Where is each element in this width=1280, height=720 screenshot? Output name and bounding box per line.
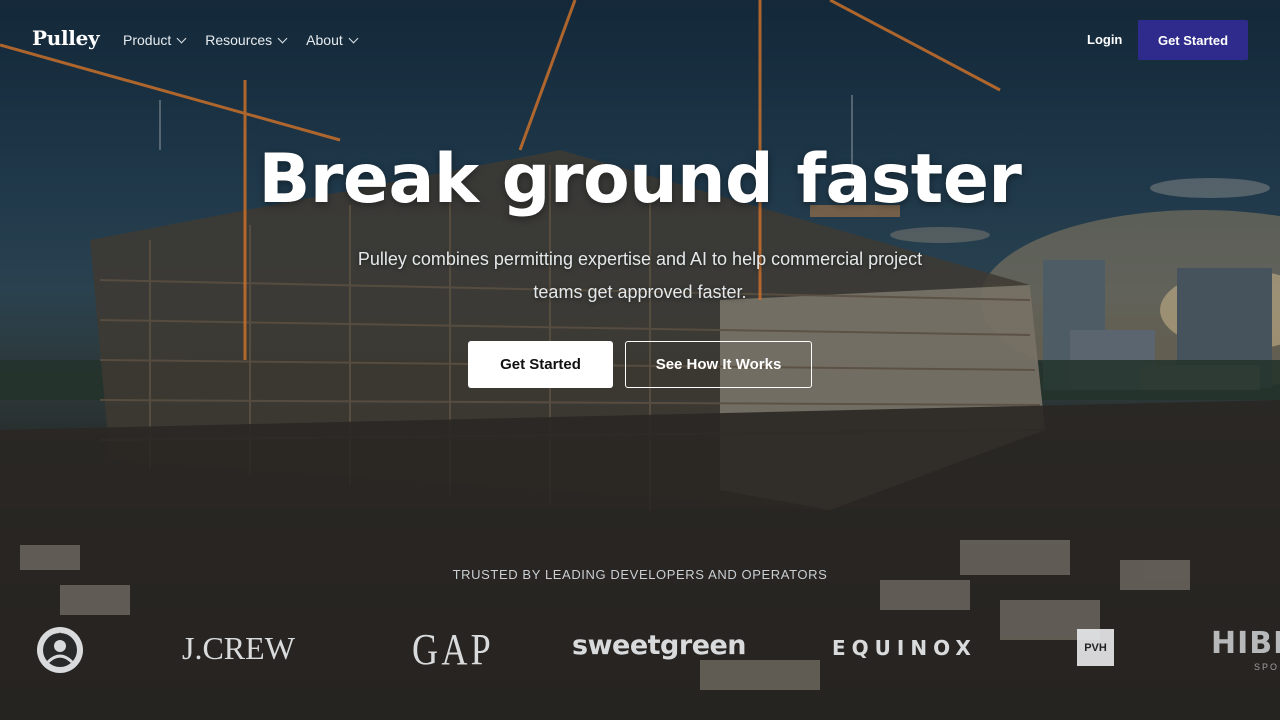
nav-item-resources[interactable]: Resources: [205, 32, 288, 48]
nav-item-product[interactable]: Product: [123, 32, 187, 48]
hibbett-logo: HIBB: [1211, 626, 1280, 661]
nav-item-label: Resources: [205, 32, 273, 48]
chevron-down-icon: [277, 33, 288, 43]
trusted-by-label: TRUSTED BY LEADING DEVELOPERS AND OPERAT…: [452, 567, 828, 582]
hero-subtitle: Pulley combines permitting expertise and…: [357, 249, 923, 302]
nav-item-label: Product: [123, 32, 172, 48]
pulley-logo[interactable]: Pulley: [32, 26, 100, 50]
top-navigation: Pulley Product Resources About Login Get…: [0, 0, 1280, 80]
hero-section: Pulley Product Resources About Login Get…: [0, 0, 1280, 720]
pvh-logo: PVH: [1077, 629, 1114, 666]
get-started-button[interactable]: Get Started: [468, 341, 613, 388]
nav-menu: Product Resources About: [123, 32, 359, 48]
nav-item-about[interactable]: About: [306, 32, 359, 48]
chevron-down-icon: [176, 33, 187, 43]
sweetgreen-logo: sweetgreen: [572, 630, 747, 661]
gap-logo: GAP: [412, 625, 495, 674]
chevron-down-icon: [348, 33, 359, 43]
hibbett-logo-subtext: SPO: [1254, 662, 1280, 672]
nav-get-started-button[interactable]: Get Started: [1138, 20, 1248, 60]
see-how-it-works-button[interactable]: See How It Works: [625, 341, 812, 388]
customer-logos: J.CREW GAP sweetgreen EQUINOX PVH HIBB S…: [0, 620, 1280, 680]
starbucks-logo: [37, 627, 83, 673]
nav-item-label: About: [306, 32, 343, 48]
hero-headline: Break ground faster: [258, 140, 1022, 219]
login-link[interactable]: Login: [1087, 32, 1122, 47]
equinox-logo: EQUINOX: [832, 636, 977, 660]
jcrew-logo: J.CREW: [182, 630, 295, 666]
